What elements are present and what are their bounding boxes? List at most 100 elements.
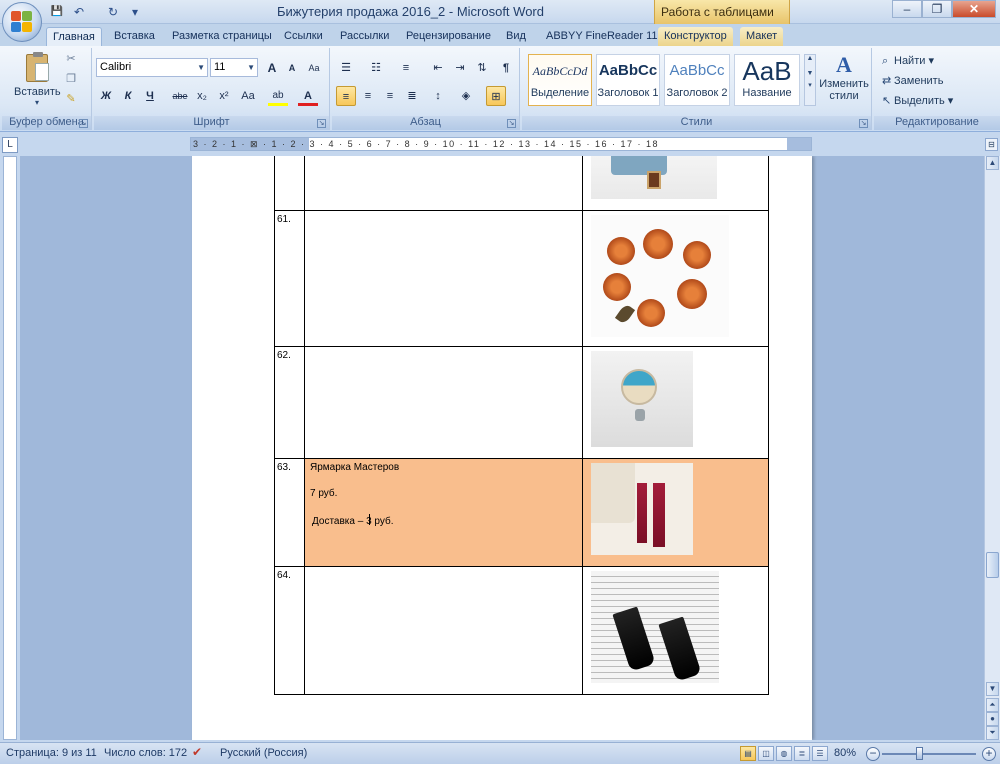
multilevel-list-icon[interactable]: ≡ xyxy=(396,58,416,78)
vertical-scrollbar[interactable]: ▲ ▼ ⏶ ● ⏷ xyxy=(984,156,1000,740)
style-emphasis[interactable]: AaBbCcDd Выделение xyxy=(528,54,592,106)
superscript-button[interactable]: x² xyxy=(214,86,234,106)
align-right-icon[interactable]: ≡ xyxy=(380,86,400,106)
product-photo[interactable] xyxy=(591,156,717,199)
next-page-icon[interactable]: ⏷ xyxy=(986,726,999,740)
language[interactable]: Русский (Россия) xyxy=(220,747,307,759)
paste-button[interactable]: Вставить ▾ xyxy=(14,52,61,114)
table-cell[interactable] xyxy=(582,210,769,347)
highlight-button[interactable]: ab xyxy=(268,86,288,106)
copy-icon[interactable]: ❐ xyxy=(64,72,78,86)
styles-launcher-icon[interactable]: ↘ xyxy=(859,119,868,128)
replace-button[interactable]: ⇄ Заменить xyxy=(882,74,943,87)
font-color-button[interactable]: A xyxy=(298,86,318,106)
qat-more-icon[interactable]: ▾ xyxy=(126,4,144,20)
zoom-level[interactable]: 80% xyxy=(834,747,856,759)
zoom-slider-thumb[interactable] xyxy=(916,747,923,760)
line-spacing-icon[interactable]: ↕ xyxy=(428,86,448,106)
increase-indent-icon[interactable]: ⇥ xyxy=(450,58,470,78)
clear-formatting-button[interactable]: Aa xyxy=(304,58,324,78)
styles-scroll[interactable]: ▲ ▼ ▾ xyxy=(804,54,816,106)
tab-abbyy[interactable]: ABBYY FineReader 11 xyxy=(540,27,664,46)
font-name-combo[interactable]: Calibri ▼ xyxy=(96,58,208,77)
justify-icon[interactable]: ≣ xyxy=(402,86,422,106)
vertical-ruler[interactable]: 7891011121314151617181920212223242526 xyxy=(3,156,17,740)
row-number[interactable]: 62. xyxy=(274,346,305,459)
borders-icon[interactable]: ⊞ xyxy=(486,86,506,106)
style-heading-2[interactable]: AaBbCc Заголовок 2 xyxy=(664,54,730,106)
tab-mailings[interactable]: Рассылки xyxy=(334,27,395,46)
office-button[interactable] xyxy=(2,2,42,42)
word-count[interactable]: Число слов: 172 xyxy=(104,747,187,759)
undo-icon[interactable]: ↶ xyxy=(70,4,88,20)
select-button[interactable]: ↖ Выделить ▾ xyxy=(882,94,953,107)
decrease-indent-icon[interactable]: ⇤ xyxy=(428,58,448,78)
tab-review[interactable]: Рецензирование xyxy=(400,27,497,46)
print-layout-icon[interactable]: ▤ xyxy=(740,746,756,761)
table-cell[interactable] xyxy=(582,346,769,459)
horizontal-ruler[interactable]: 3 · 2 · 1 · ⊠ · 1 · 2 · 3 · 4 · 5 · 6 · … xyxy=(190,137,812,151)
sort-icon[interactable]: ⇅ xyxy=(472,58,492,78)
tab-selector[interactable]: L xyxy=(2,137,18,153)
shrink-font-button[interactable]: A xyxy=(282,58,302,78)
product-photo[interactable] xyxy=(591,463,693,555)
table-cell[interactable] xyxy=(304,566,583,695)
style-heading-1[interactable]: AaBbCc Заголовок 1 xyxy=(596,54,660,106)
maximize-button[interactable]: ❐ xyxy=(922,0,952,18)
shading-icon[interactable]: ◈ xyxy=(456,86,476,106)
cut-icon[interactable]: ✂ xyxy=(64,52,78,66)
save-icon[interactable]: 💾 xyxy=(48,4,66,20)
italic-button[interactable]: К xyxy=(118,86,138,106)
row-number[interactable]: 63. xyxy=(274,458,305,567)
tab-layout[interactable]: Макет xyxy=(740,27,784,46)
align-left-icon[interactable]: ≡ xyxy=(336,86,356,106)
strikethrough-button[interactable]: abe xyxy=(170,86,190,106)
table-cell[interactable] xyxy=(582,156,769,211)
product-photo[interactable] xyxy=(591,215,729,337)
minimize-button[interactable]: – xyxy=(892,0,922,18)
paragraph-launcher-icon[interactable]: ↘ xyxy=(507,119,516,128)
subscript-button[interactable]: x₂ xyxy=(192,86,212,106)
web-layout-icon[interactable]: ◍ xyxy=(776,746,792,761)
zoom-slider[interactable] xyxy=(882,753,976,755)
select-browse-object-icon[interactable]: ● xyxy=(986,712,999,726)
style-title[interactable]: AaB Название xyxy=(734,54,800,106)
tab-insert[interactable]: Вставка xyxy=(108,27,161,46)
full-screen-reading-icon[interactable]: ◫ xyxy=(758,746,774,761)
font-size-combo[interactable]: 11 ▼ xyxy=(210,58,258,77)
bullets-icon[interactable]: ☰ xyxy=(336,58,356,78)
table-cell[interactable] xyxy=(582,566,769,695)
table-cell[interactable] xyxy=(582,458,769,567)
zoom-out-icon[interactable]: − xyxy=(866,747,880,761)
change-case-button[interactable]: Aa xyxy=(238,86,258,106)
table-cell[interactable] xyxy=(304,210,583,347)
underline-button[interactable]: Ч xyxy=(140,86,160,106)
outline-icon[interactable]: ≣ xyxy=(794,746,810,761)
change-styles-button[interactable]: A Изменить стили xyxy=(818,52,870,102)
table-cell[interactable]: Ярмарка Мастеров 7 руб. Доставка – 3 руб… xyxy=(304,458,583,567)
redo-icon[interactable]: ↻ xyxy=(104,4,122,20)
draft-icon[interactable]: ☰ xyxy=(812,746,828,761)
align-center-icon[interactable]: ≡ xyxy=(358,86,378,106)
grow-font-button[interactable]: A xyxy=(262,58,282,78)
spelling-icon[interactable]: ✔ xyxy=(192,745,202,759)
tab-references[interactable]: Ссылки xyxy=(278,27,329,46)
tab-page-layout[interactable]: Разметка страницы xyxy=(166,27,278,46)
table-cell[interactable] xyxy=(304,346,583,459)
close-button[interactable]: ✕ xyxy=(952,0,996,18)
zoom-in-icon[interactable]: + xyxy=(982,747,996,761)
clipboard-launcher-icon[interactable]: ↘ xyxy=(79,119,88,128)
row-number[interactable]: 61. xyxy=(274,210,305,347)
find-button[interactable]: ⌕ Найти ▾ xyxy=(882,54,934,68)
format-painter-icon[interactable]: ✎ xyxy=(64,92,78,106)
product-photo[interactable] xyxy=(591,571,719,683)
ruler-toggle[interactable]: ⊟ xyxy=(984,134,1000,156)
row-number[interactable]: 64. xyxy=(274,566,305,695)
tab-view[interactable]: Вид xyxy=(500,27,532,46)
table-cell[interactable] xyxy=(304,156,583,211)
show-formatting-button[interactable]: ¶ xyxy=(496,58,516,78)
page-count[interactable]: Страница: 9 из 11 xyxy=(6,747,97,759)
font-launcher-icon[interactable]: ↘ xyxy=(317,119,326,128)
numbering-icon[interactable]: ☷ xyxy=(366,58,386,78)
prev-page-icon[interactable]: ⏶ xyxy=(986,698,999,712)
